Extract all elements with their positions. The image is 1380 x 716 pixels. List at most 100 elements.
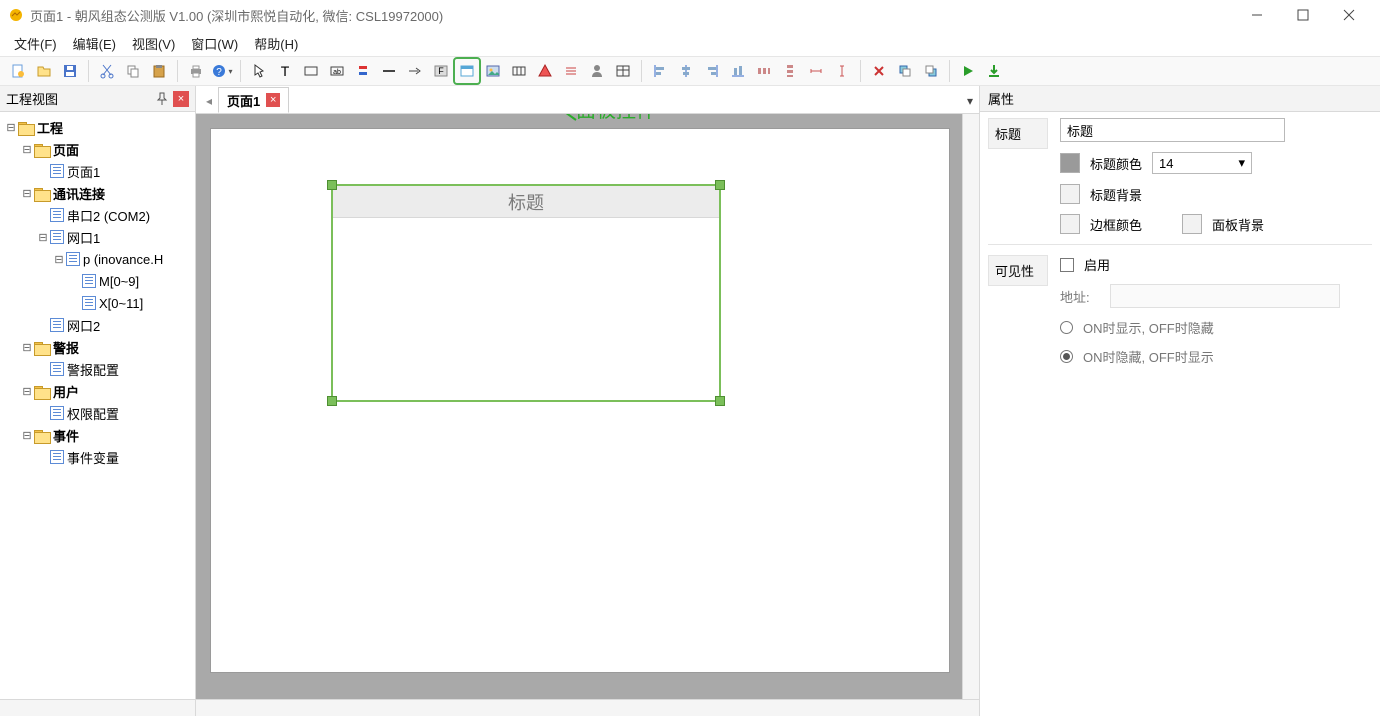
tree-item[interactable]: ⊟ 网口1 [2,226,193,248]
tree-item[interactable]: ⊟ p (inovance.H [2,248,193,270]
tree-toggle[interactable]: ⊟ [20,142,34,156]
radio-on-hide[interactable] [1060,350,1073,363]
toolbar-text-box[interactable]: ab [325,59,349,83]
tree-item-label[interactable]: M[0~9] [99,274,139,289]
toolbar-open-file[interactable] [32,59,56,83]
menu-view[interactable]: 视图(V) [124,31,183,56]
menu-edit[interactable]: 编辑(E) [65,31,124,56]
radio-on-show[interactable] [1060,321,1073,334]
tab-scroll-left[interactable]: ◂ [200,89,218,113]
tree-item[interactable]: ⊟ 通讯连接 [2,182,193,204]
tree-item[interactable]: ⊟ 工程 [2,116,193,138]
tab-close-button[interactable]: × [266,93,280,107]
tree-toggle[interactable]: ⊟ [20,384,34,398]
enable-checkbox[interactable] [1060,258,1074,272]
toolbar-save-file[interactable] [58,59,82,83]
tree-item-label[interactable]: 工程 [37,118,63,137]
toolbar-formula[interactable]: F [429,59,453,83]
tab-dropdown[interactable]: ▾ [961,89,979,113]
toolbar-download[interactable] [982,59,1006,83]
tree-item[interactable]: X[0~11] [2,292,193,314]
title-bg-swatch[interactable] [1060,184,1080,204]
panel-close-button[interactable]: × [173,91,189,107]
resize-handle-br[interactable] [715,396,725,406]
toolbar-new-file[interactable] [6,59,30,83]
tree-item-label[interactable]: 事件 [53,426,79,445]
tree-item[interactable]: ⊟页面 [2,138,193,160]
canvas[interactable]: 标题 面板控件 [196,114,979,699]
tree-item[interactable]: ⊟ 用户 [2,380,193,402]
tree-item[interactable]: 网口2 [2,314,193,336]
address-input[interactable] [1110,284,1340,308]
resize-handle-tl[interactable] [327,180,337,190]
tree-item[interactable]: 权限配置 [2,402,193,424]
toolbar-text-tool[interactable]: T [273,59,297,83]
panel-bg-swatch[interactable] [1182,214,1202,234]
tree-item-label[interactable]: p (inovance.H [83,252,163,267]
border-color-swatch[interactable] [1060,214,1080,234]
toolbar-copy[interactable] [121,59,145,83]
menu-help[interactable]: 帮助(H) [246,31,306,56]
toolbar-user-icon[interactable] [585,59,609,83]
tree-toggle[interactable]: ⊟ [20,340,34,354]
tree-h-scrollbar[interactable] [0,699,195,716]
toolbar-help[interactable]: ?▾ [210,59,234,83]
resize-handle-tr[interactable] [715,180,725,190]
toolbar-numeric[interactable] [559,59,583,83]
project-tree[interactable]: ⊟工程⊟页面页面1⊟通讯连接串口2 (COM2)⊟网口1⊟p (inovance… [0,112,195,699]
toolbar-arrow[interactable] [403,59,427,83]
tab-page1[interactable]: 页面1 × [218,87,289,113]
toolbar-align-right[interactable] [700,59,724,83]
toolbar-rect[interactable] [299,59,323,83]
tree-item-label[interactable]: 页面1 [67,162,100,181]
toolbar-align-center-h[interactable] [674,59,698,83]
tree-item[interactable]: ⊟ 警报 [2,336,193,358]
toolbar-bring-forward[interactable] [893,59,917,83]
title-input[interactable] [1060,118,1285,142]
title-color-swatch[interactable] [1060,153,1080,173]
tree-item-label[interactable]: 网口2 [67,316,100,335]
toolbar-distribute-h[interactable] [752,59,776,83]
tree-toggle[interactable]: ⊟ [52,252,66,266]
resize-handle-bl[interactable] [327,396,337,406]
tree-item[interactable]: 串口2 (COM2) [2,204,193,226]
toolbar-print[interactable] [184,59,208,83]
tree-toggle[interactable]: ⊟ [36,230,50,244]
toolbar-table-control[interactable] [611,59,635,83]
tree-item-label[interactable]: 通讯连接 [53,184,105,203]
tree-item-label[interactable]: 权限配置 [67,404,119,423]
toolbar-distribute-v[interactable] [778,59,802,83]
minimize-button[interactable] [1234,1,1280,29]
canvas-h-scrollbar[interactable] [196,699,979,716]
toolbar-grid-display[interactable] [507,59,531,83]
toolbar-send-backward[interactable] [919,59,943,83]
tree-item-label[interactable]: 警报 [53,338,79,357]
tree-item[interactable]: ⊟ 事件 [2,424,193,446]
toolbar-cut[interactable] [95,59,119,83]
panel-widget-selected[interactable]: 标题 [331,184,721,402]
close-button[interactable] [1326,1,1372,29]
tree-toggle[interactable]: ⊟ [20,428,34,442]
tree-item[interactable]: 事件变量 [2,446,193,468]
tree-item-label[interactable]: 串口2 (COM2) [67,206,150,225]
tree-toggle[interactable]: ⊟ [20,186,34,200]
toolbar-alarm-icon[interactable] [533,59,557,83]
pin-icon[interactable] [155,92,169,106]
toolbar-same-height[interactable] [830,59,854,83]
tree-item-label[interactable]: 事件变量 [67,448,119,467]
toolbar-line[interactable] [377,59,401,83]
maximize-button[interactable] [1280,1,1326,29]
toolbar-image[interactable] [481,59,505,83]
menu-file[interactable]: 文件(F) [6,31,65,56]
tree-item-label[interactable]: 用户 [53,382,79,401]
tree-item-label[interactable]: 网口1 [67,228,100,247]
tree-item-label[interactable]: 警报配置 [67,360,119,379]
tree-item[interactable]: 警报配置 [2,358,193,380]
canvas-v-scrollbar[interactable] [962,114,979,699]
toolbar-indicator[interactable] [351,59,375,83]
tree-toggle[interactable]: ⊟ [4,120,18,134]
toolbar-panel[interactable] [455,59,479,83]
design-page[interactable]: 标题 [210,128,950,673]
toolbar-run[interactable] [956,59,980,83]
tree-item-label[interactable]: X[0~11] [99,296,143,311]
